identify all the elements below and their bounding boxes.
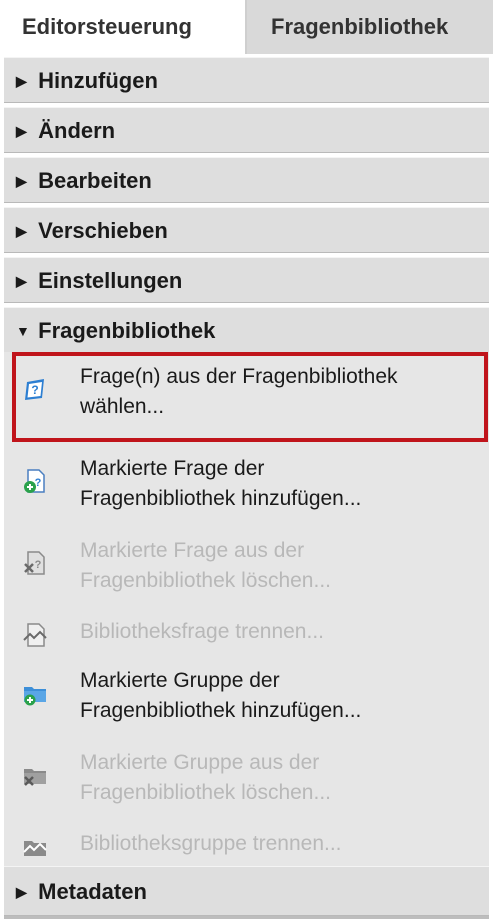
expand-arrow-icon: ▶ <box>16 173 27 189</box>
section-metadaten[interactable]: ▶ Metadaten <box>4 866 489 916</box>
item-label-line2: Fragenbibliothek hinzufügen... <box>80 487 362 510</box>
svg-text:?: ? <box>35 559 42 571</box>
item-label: Bibliotheksfrage trennen... <box>80 620 324 643</box>
choose-from-library-item[interactable]: ? Frage(n) aus der Fragenbibliothek wähl… <box>12 356 481 440</box>
add-group-folder-icon <box>22 680 48 706</box>
section-label: Ändern <box>38 118 116 143</box>
tab-editorsteuerung[interactable]: Editorsteuerung <box>0 0 246 54</box>
section-hinzufuegen[interactable]: ▶ Hinzufügen <box>4 57 489 103</box>
section-label: Metadaten <box>38 879 147 904</box>
tab-fragenbibliothek-label: Fragenbibliothek <box>271 14 449 39</box>
question-library-icon: ? <box>22 376 48 402</box>
tab-editorsteuerung-label: Editorsteuerung <box>22 14 192 39</box>
expand-arrow-icon: ▶ <box>16 884 27 900</box>
item-label-line1: Markierte Frage aus der <box>80 539 305 562</box>
add-question-to-library-item[interactable]: ? Markierte Frage der Fragenbibliothek h… <box>12 448 481 532</box>
tab-fragenbibliothek[interactable]: Fragenbibliothek <box>246 0 493 54</box>
item-label: Bibliotheksgruppe trennen... <box>80 832 342 855</box>
section-fragenbibliothek[interactable]: ▼ Fragenbibliothek <box>4 307 489 353</box>
section-label: Bearbeiten <box>38 168 152 193</box>
section-bearbeiten[interactable]: ▶ Bearbeiten <box>4 157 489 203</box>
item-label-line1: Markierte Frage der <box>80 457 265 480</box>
item-label-line1: Markierte Gruppe aus der <box>80 751 320 774</box>
side-panel: Editorsteuerung Fragenbibliothek ▶ Hinzu… <box>0 0 493 919</box>
delete-group-from-library-item: Markierte Gruppe aus der Fragenbibliothe… <box>12 742 481 826</box>
item-label-line1: Frage(n) aus der Fragenbibliothek <box>80 365 398 388</box>
expand-arrow-icon: ▶ <box>16 123 27 139</box>
unlink-question-icon <box>22 622 48 648</box>
section-label: Verschieben <box>38 218 168 243</box>
add-question-icon: ? <box>22 468 48 494</box>
unlink-library-question-item: Bibliotheksfrage trennen... <box>12 614 481 658</box>
section-aendern[interactable]: ▶ Ändern <box>4 107 489 153</box>
svg-text:?: ? <box>31 383 38 397</box>
section-label: Fragenbibliothek <box>38 318 216 343</box>
unlink-library-group-item: Bibliotheksgruppe trennen... <box>12 826 481 870</box>
expand-arrow-icon: ▶ <box>16 73 27 89</box>
section-einstellungen[interactable]: ▶ Einstellungen <box>4 257 489 303</box>
collapse-arrow-icon: ▼ <box>16 323 30 339</box>
item-label-line2: Fragenbibliothek löschen... <box>80 781 331 804</box>
item-label-line2: Fragenbibliothek hinzufügen... <box>80 699 362 722</box>
expand-arrow-icon: ▶ <box>16 273 27 289</box>
library-actions-list: ? Frage(n) aus der Fragenbibliothek wähl… <box>4 352 489 870</box>
section-verschieben[interactable]: ▶ Verschieben <box>4 207 489 253</box>
expand-arrow-icon: ▶ <box>16 223 27 239</box>
add-group-to-library-item[interactable]: Markierte Gruppe der Fragenbibliothek hi… <box>12 660 481 744</box>
section-label: Einstellungen <box>38 268 183 293</box>
delete-question-from-library-item: ? Markierte Frage aus der Fragenbiblioth… <box>12 530 481 614</box>
item-label-line1: Markierte Gruppe der <box>80 669 280 692</box>
item-label-line2: Fragenbibliothek löschen... <box>80 569 331 592</box>
unlink-group-icon <box>22 834 48 860</box>
tab-bar: Editorsteuerung Fragenbibliothek <box>0 0 493 54</box>
section-label: Hinzufügen <box>38 68 158 93</box>
delete-group-folder-icon <box>22 762 48 788</box>
item-label-line2: wählen... <box>80 395 165 418</box>
delete-question-icon: ? <box>22 550 48 576</box>
